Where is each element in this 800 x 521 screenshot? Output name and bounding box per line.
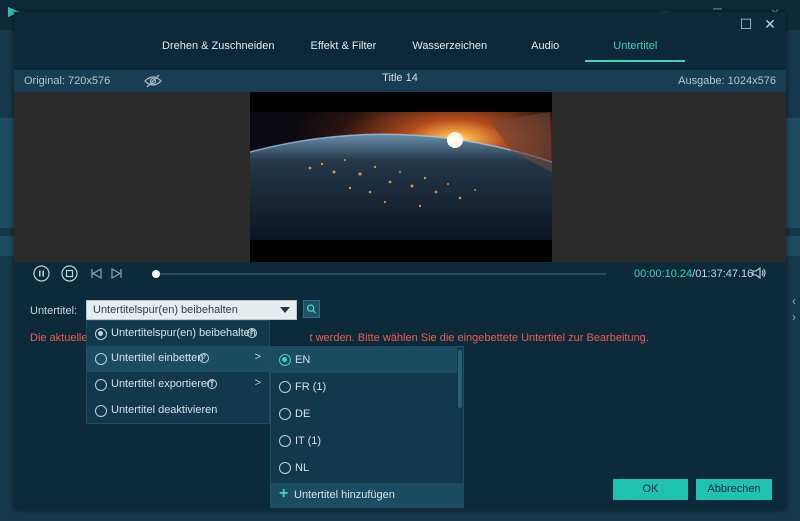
video-frame bbox=[250, 92, 552, 262]
warning-text-end: t werden. Bitte wählen Sie die eingebett… bbox=[309, 332, 649, 344]
tab-rotate-crop[interactable]: Drehen & Zuschneiden bbox=[144, 34, 293, 64]
radio-icon bbox=[95, 379, 107, 391]
menu-item-disable[interactable]: Untertitel deaktivieren bbox=[87, 398, 269, 424]
volume-icon[interactable] bbox=[752, 266, 766, 280]
info-bar: Original: 720x576 Title 14 Ausgabe: 1024… bbox=[14, 70, 786, 92]
dialog-header: ☐ ✕ Drehen & Zuschneiden Effekt & Filter… bbox=[14, 12, 786, 70]
stop-icon[interactable] bbox=[61, 265, 78, 282]
menu-item-embed[interactable]: Untertitel einbetten ? > bbox=[87, 346, 269, 372]
next-icon[interactable] bbox=[108, 265, 125, 282]
subtitle-label: Untertitel: bbox=[30, 305, 78, 317]
radio-icon bbox=[279, 462, 291, 474]
seek-handle[interactable] bbox=[152, 270, 161, 278]
tab-bar: Drehen & Zuschneiden Effekt & Filter Was… bbox=[144, 34, 686, 64]
bg-right-arrow-icon: › bbox=[792, 310, 796, 324]
chevron-right-icon: > bbox=[254, 351, 261, 363]
menu-item-keep-tracks[interactable]: Untertitelspur(en) beibehalten ? bbox=[87, 321, 269, 347]
subtitle-options-menu: Untertitelspur(en) beibehalten ? Unterti… bbox=[86, 320, 270, 424]
playback-controls: 00:00:10.24/01:37:47.16 bbox=[14, 262, 786, 286]
time-display: 00:00:10.24/01:37:47.16 bbox=[634, 268, 753, 280]
preview-area bbox=[14, 92, 786, 262]
close-icon[interactable]: ✕ bbox=[762, 16, 778, 32]
maximize-icon[interactable]: ☐ bbox=[738, 16, 754, 32]
total-time: 01:37:47.16 bbox=[695, 268, 754, 280]
seek-bar[interactable] bbox=[152, 270, 606, 278]
language-label: EN bbox=[295, 354, 311, 366]
plus-icon: + bbox=[279, 485, 289, 502]
menu-item-label: Untertitel deaktivieren bbox=[111, 404, 218, 416]
pause-icon[interactable] bbox=[33, 265, 50, 282]
scrollbar-thumb[interactable] bbox=[458, 350, 462, 408]
language-label: IT (1) bbox=[295, 435, 322, 447]
language-item-fr[interactable]: FR (1) bbox=[271, 374, 457, 400]
language-label: DE bbox=[295, 408, 311, 420]
help-icon[interactable]: ? bbox=[199, 353, 209, 363]
add-subtitle-label: Untertitel hinzufügen bbox=[294, 489, 395, 501]
add-subtitle-button[interactable]: + Untertitel hinzufügen bbox=[271, 483, 463, 507]
warning-text-start: Die aktuelle bbox=[30, 332, 88, 344]
radio-icon bbox=[95, 353, 107, 365]
bg-left-arrow-icon: ‹ bbox=[792, 294, 796, 308]
subtitle-dropdown[interactable]: Untertitelspur(en) beibehalten bbox=[86, 300, 297, 320]
radio-icon bbox=[279, 435, 291, 447]
video-title: Title 14 bbox=[382, 72, 418, 84]
language-label: NL bbox=[295, 462, 310, 474]
cancel-button[interactable]: Abbrechen bbox=[696, 479, 772, 500]
radio-checked-icon bbox=[95, 328, 107, 340]
submenu-scrollbar[interactable] bbox=[457, 347, 463, 483]
language-item-de[interactable]: DE bbox=[271, 401, 457, 427]
radio-icon bbox=[279, 408, 291, 420]
menu-item-label: Untertitel exportieren bbox=[111, 378, 214, 390]
tab-subtitle[interactable]: Untertitel bbox=[585, 34, 686, 64]
help-icon[interactable]: ? bbox=[207, 379, 217, 389]
search-icon[interactable] bbox=[303, 300, 320, 318]
caret-down-icon bbox=[280, 307, 290, 313]
radio-checked-icon bbox=[279, 354, 291, 366]
previous-icon[interactable] bbox=[88, 265, 105, 282]
menu-item-export[interactable]: Untertitel exportieren ? > bbox=[87, 372, 269, 398]
tab-watermark[interactable]: Wasserzeichen bbox=[394, 34, 505, 64]
subtitle-dropdown-value: Untertitelspur(en) beibehalten bbox=[93, 304, 238, 316]
radio-icon bbox=[95, 405, 107, 417]
language-item-it[interactable]: IT (1) bbox=[271, 428, 457, 454]
radio-icon bbox=[279, 381, 291, 393]
language-item-en[interactable]: EN bbox=[271, 347, 457, 373]
language-label: FR (1) bbox=[295, 381, 327, 393]
tab-effect-filter[interactable]: Effekt & Filter bbox=[293, 34, 395, 64]
tab-audio[interactable]: Audio bbox=[505, 34, 585, 64]
help-icon[interactable]: ? bbox=[247, 328, 257, 338]
language-submenu: EN FR (1) DE IT (1) NL + Untertitel hinz… bbox=[270, 346, 464, 508]
chevron-right-icon: > bbox=[254, 377, 261, 389]
ok-button[interactable]: OK bbox=[613, 479, 688, 500]
current-time: 00:00:10.24 bbox=[634, 268, 693, 280]
output-resolution: Ausgabe: 1024x576 bbox=[678, 75, 776, 87]
menu-item-label: Untertitel einbetten bbox=[111, 352, 204, 364]
language-item-nl[interactable]: NL bbox=[271, 455, 457, 481]
earth-image bbox=[250, 112, 552, 240]
menu-item-label: Untertitelspur(en) beibehalten bbox=[111, 327, 256, 339]
